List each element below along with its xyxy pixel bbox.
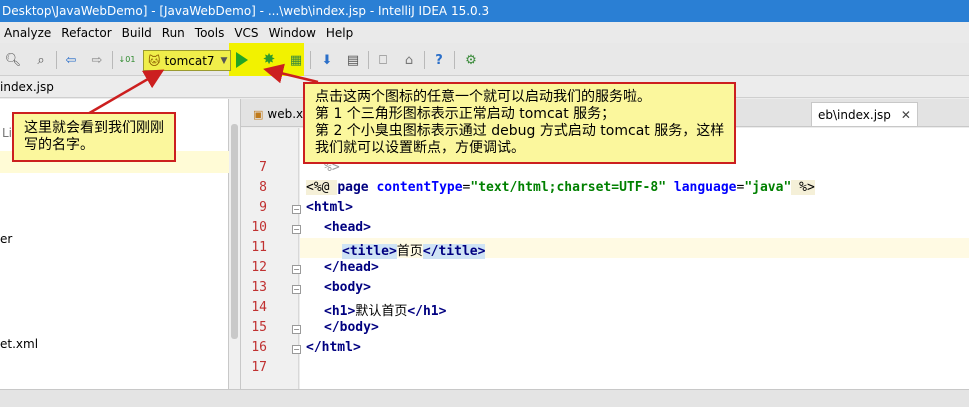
run-config-label: tomcat7 (164, 53, 215, 68)
menu-analyze[interactable]: Analyze (0, 26, 57, 40)
callout-config-name: 这里就会看到我们刚刚 写的名字。 (12, 112, 176, 162)
vcs-commit-icon[interactable]: ▤ (344, 51, 362, 69)
close-icon[interactable]: ✕ (901, 108, 911, 122)
code-line-13: <body> (324, 280, 371, 295)
code-line-9: <html> (306, 200, 353, 215)
callout-text: 这里就会看到我们刚刚 (24, 120, 164, 136)
forward-arrow-icon[interactable]: ⇨ (88, 51, 106, 69)
fold-marker[interactable]: − (292, 205, 301, 214)
fold-marker[interactable]: − (292, 345, 301, 354)
project-scrollbar[interactable] (229, 99, 241, 389)
run-icon[interactable] (236, 52, 248, 68)
code-line-16: </html> (306, 340, 361, 355)
callout-text: 第 1 个三角形图标表示正常启动 tomcat 服务； (315, 106, 616, 122)
line-number: 7 (259, 160, 267, 175)
line-number: 15 (251, 320, 267, 335)
android-icon[interactable]: ⌂ (400, 51, 418, 69)
code-line-12: </head> (324, 260, 379, 275)
android-device-icon[interactable]: ⚙ (462, 51, 480, 69)
help-icon[interactable]: ? (430, 51, 448, 69)
status-bar (0, 389, 969, 407)
sdk-icon[interactable]: ⎕ (374, 51, 392, 69)
line-number: 17 (251, 360, 267, 375)
callout-text: 点击这两个图标的任意一个就可以启动我们的服务啦。 (315, 89, 651, 105)
toolbar-separator (424, 51, 425, 69)
line-number: 11 (251, 240, 267, 255)
window-title: Desktop\JavaWebDemo] - [JavaWebDemo] - .… (0, 0, 969, 22)
callout-text: 写的名字。 (24, 137, 94, 153)
fold-marker[interactable]: − (292, 225, 301, 234)
line-number: 16 (251, 340, 267, 355)
tab-label: eb\index.jsp (818, 107, 891, 122)
toolbar-separator (368, 51, 369, 69)
line-number: 10 (251, 220, 267, 235)
toolbar-separator (112, 51, 113, 69)
line-number: 12 (251, 260, 267, 275)
scrollbar-thumb[interactable] (231, 124, 238, 339)
fold-marker[interactable]: − (292, 265, 301, 274)
line-number: 9 (259, 200, 267, 215)
vcs-update-icon[interactable]: ⬇ (318, 51, 336, 69)
fold-marker[interactable]: − (292, 325, 301, 334)
toolbar-separator (56, 51, 57, 69)
search-icon[interactable]: 🔍︎ (4, 51, 22, 69)
menu-tools[interactable]: Tools (191, 26, 231, 40)
project-row[interactable]: et.xml (0, 337, 38, 351)
menu-refactor[interactable]: Refactor (57, 26, 117, 40)
code-line-15: </body> (324, 320, 379, 335)
binary-icon[interactable]: ↓01 (118, 51, 136, 69)
code-line-8: <%@ page contentType="text/html;charset=… (306, 180, 815, 195)
menu-run[interactable]: Run (158, 26, 191, 40)
debug-icon[interactable]: ✸ (260, 50, 278, 68)
project-row[interactable]: er (0, 232, 12, 246)
line-number: 8 (259, 180, 267, 195)
fold-marker[interactable]: − (292, 285, 301, 294)
menu-help[interactable]: Help (322, 26, 359, 40)
line-number: 13 (251, 280, 267, 295)
menu-window[interactable]: Window (265, 26, 322, 40)
run-config-selector[interactable]: 🐱︎ tomcat7 ▼ (143, 50, 231, 71)
menu-build[interactable]: Build (118, 26, 158, 40)
tab-index-jsp[interactable]: eb\index.jsp ✕ (811, 102, 918, 126)
code-line-14: <h1>默认首页</h1> (324, 304, 447, 319)
menu-bar: Analyze Refactor Build Run Tools VCS Win… (0, 22, 969, 43)
menu-vcs[interactable]: VCS (230, 26, 264, 40)
code-line-10: <head> (324, 220, 371, 235)
tab-web-xml[interactable]: ▣ web.x (247, 102, 309, 126)
toolbar-separator (310, 51, 311, 69)
code-line-11: <title>首页</title> (342, 244, 486, 259)
callout-text: 第 2 个小臭虫图标表示通过 debug 方式启动 tomcat 服务，这样 (315, 123, 725, 139)
search-replace-icon[interactable]: ⌕ (32, 51, 50, 69)
callout-text: 我们就可以设置断点，方便调试。 (315, 140, 525, 156)
coverage-icon[interactable]: ▦ (287, 51, 305, 69)
tab-label: web.x (267, 107, 304, 121)
back-arrow-icon[interactable]: ⇦ (62, 51, 80, 69)
chevron-down-icon: ▼ (220, 55, 228, 66)
tomcat-cat-icon: 🐱︎ (148, 53, 161, 68)
line-number: 14 (251, 300, 267, 315)
toolbar-separator (454, 51, 455, 69)
callout-run-debug: 点击这两个图标的任意一个就可以启动我们的服务啦。 第 1 个三角形图标表示正常启… (303, 82, 737, 164)
file-icon: ▣ (253, 107, 264, 121)
breadcrumb-file[interactable]: index.jsp (0, 76, 54, 98)
